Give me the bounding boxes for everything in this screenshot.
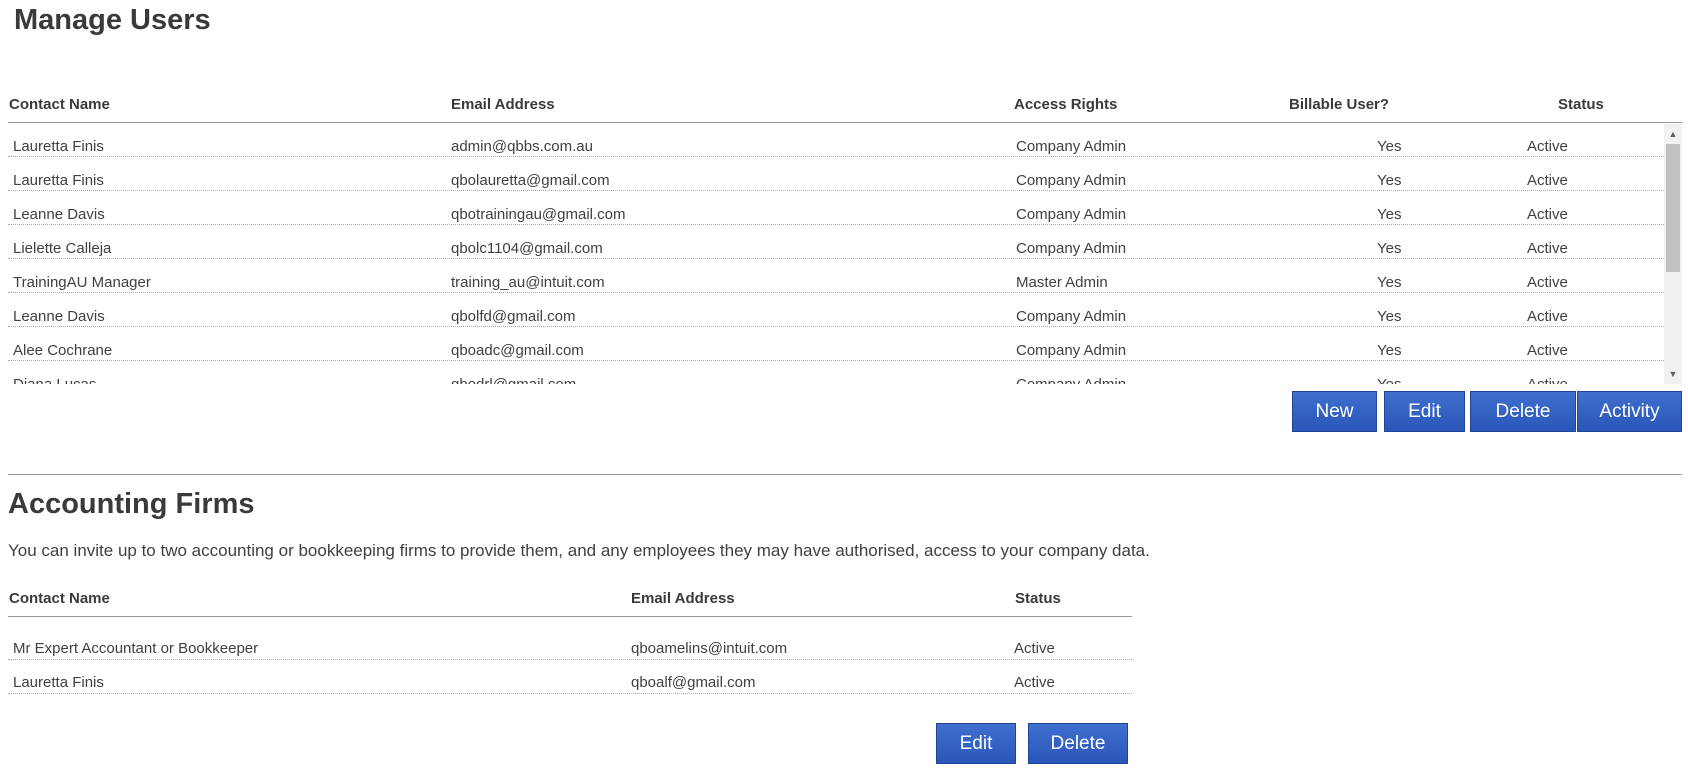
user-row[interactable]: Lauretta Finis admin@qbbs.com.au Company… — [8, 124, 1664, 158]
row-divider — [8, 190, 1664, 191]
row-divider — [8, 292, 1664, 293]
user-access-rights: Company Admin — [1016, 240, 1127, 257]
user-email: qboadc@gmail.com — [451, 342, 584, 359]
triangle-down-icon[interactable]: ▼ — [1664, 367, 1682, 381]
user-access-rights: Company Admin — [1016, 308, 1127, 325]
user-billable: Yes — [1377, 138, 1402, 155]
user-access-rights: Company Admin — [1016, 138, 1127, 155]
user-contact-name: TrainingAU Manager — [13, 274, 151, 291]
triangle-up-icon[interactable]: ▲ — [1664, 127, 1682, 141]
user-contact-name: Diana Lucas — [13, 376, 96, 384]
user-row[interactable]: Diana Lucas qbodrl@gmail.com Company Adm… — [8, 362, 1664, 384]
page-title: Manage Users — [14, 4, 211, 36]
header-divider — [8, 122, 1682, 123]
user-status: Active — [1527, 172, 1568, 189]
column-header-email-address[interactable]: Email Address — [451, 96, 555, 113]
user-row[interactable]: Lauretta Finis qbolauretta@gmail.com Com… — [8, 158, 1664, 192]
firm-contact-name: Lauretta Finis — [13, 674, 104, 691]
user-contact-name: Leanne Davis — [13, 206, 105, 223]
user-email: qbodrl@gmail.com — [451, 376, 576, 384]
firms-column-header-email-address[interactable]: Email Address — [631, 590, 735, 607]
user-billable: Yes — [1377, 240, 1402, 257]
firm-email: qboalf@gmail.com — [631, 674, 756, 691]
new-user-button[interactable]: New — [1292, 391, 1377, 432]
firm-status: Active — [1014, 674, 1055, 691]
column-header-contact-name[interactable]: Contact Name — [9, 96, 110, 113]
user-row[interactable]: Alee Cochrane qboadc@gmail.com Company A… — [8, 328, 1664, 362]
delete-user-button[interactable]: Delete — [1470, 391, 1576, 432]
firm-contact-name: Mr Expert Accountant or Bookkeeper — [13, 640, 259, 657]
section-divider — [8, 474, 1682, 475]
user-status: Active — [1527, 308, 1568, 325]
user-contact-name: Lauretta Finis — [13, 172, 104, 189]
user-contact-name: Lauretta Finis — [13, 138, 104, 155]
user-status: Active — [1527, 138, 1568, 155]
user-contact-name: Lielette Calleja — [13, 240, 112, 257]
activity-button[interactable]: Activity — [1577, 391, 1682, 432]
user-status: Active — [1527, 342, 1568, 359]
delete-firm-button[interactable]: Delete — [1028, 723, 1128, 764]
column-header-status[interactable]: Status — [1558, 96, 1604, 113]
firms-column-header-contact-name[interactable]: Contact Name — [9, 590, 110, 607]
user-row[interactable]: Leanne Davis qbolfd@gmail.com Company Ad… — [8, 294, 1664, 328]
user-access-rights: Company Admin — [1016, 172, 1127, 189]
user-email: qbolauretta@gmail.com — [451, 172, 610, 189]
user-email: training_au@intuit.com — [451, 274, 605, 291]
user-access-rights: Company Admin — [1016, 342, 1127, 359]
user-contact-name: Leanne Davis — [13, 308, 105, 325]
section-title-accounting-firms: Accounting Firms — [8, 488, 255, 520]
row-divider — [8, 659, 1132, 660]
user-email: qbotrainingau@gmail.com — [451, 206, 626, 223]
edit-firm-button[interactable]: Edit — [936, 723, 1016, 764]
row-divider — [8, 156, 1664, 157]
user-status: Active — [1527, 274, 1568, 291]
user-billable: Yes — [1377, 206, 1402, 223]
users-scrollbar[interactable]: ▲ ▼ — [1664, 124, 1682, 384]
user-billable: Yes — [1377, 172, 1402, 189]
user-row[interactable]: TrainingAU Manager training_au@intuit.co… — [8, 260, 1664, 294]
user-billable: Yes — [1377, 376, 1401, 384]
user-row[interactable]: Leanne Davis qbotrainingau@gmail.com Com… — [8, 192, 1664, 226]
user-status: Active — [1527, 206, 1568, 223]
firm-email: qboamelins@intuit.com — [631, 640, 788, 657]
row-divider — [8, 326, 1664, 327]
user-billable: Yes — [1377, 342, 1402, 359]
firms-column-header-status[interactable]: Status — [1015, 590, 1061, 607]
row-divider — [8, 693, 1132, 694]
user-contact-name: Alee Cochrane — [13, 342, 113, 359]
users-table-body[interactable]: Lauretta Finis admin@qbbs.com.au Company… — [8, 124, 1664, 384]
user-email: admin@qbbs.com.au — [451, 138, 593, 155]
column-header-billable-user[interactable]: Billable User? — [1289, 96, 1389, 113]
column-header-access-rights[interactable]: Access Rights — [1014, 96, 1117, 113]
user-status: Active — [1527, 376, 1568, 384]
user-email: qbolfd@gmail.com — [451, 308, 576, 325]
user-billable: Yes — [1377, 308, 1402, 325]
user-access-rights: Master Admin — [1016, 274, 1108, 291]
row-divider — [8, 224, 1664, 225]
firm-status: Active — [1014, 640, 1055, 657]
user-access-rights: Company Admin — [1016, 206, 1127, 223]
row-divider — [8, 258, 1664, 259]
user-billable: Yes — [1377, 274, 1402, 291]
row-divider — [8, 360, 1664, 361]
firms-header-divider — [8, 616, 1132, 617]
edit-user-button[interactable]: Edit — [1384, 391, 1465, 432]
user-email: qbolc1104@gmail.com — [451, 240, 603, 257]
user-row[interactable]: Lielette Calleja qbolc1104@gmail.com Com… — [8, 226, 1664, 260]
firms-description: You can invite up to two accounting or b… — [8, 541, 1150, 560]
scroll-thumb[interactable] — [1666, 144, 1680, 272]
firm-row[interactable]: Mr Expert Accountant or Bookkeeper qboam… — [8, 627, 1132, 661]
user-status: Active — [1527, 240, 1568, 257]
firm-row[interactable]: Lauretta Finis qboalf@gmail.com Active — [8, 661, 1132, 695]
user-access-rights: Company Admin — [1016, 376, 1126, 384]
